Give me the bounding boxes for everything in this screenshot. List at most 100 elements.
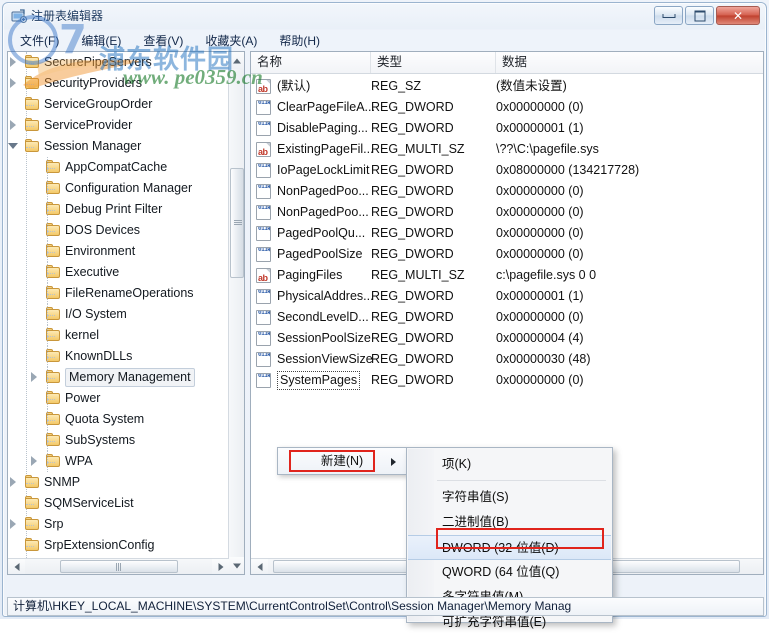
value-row[interactable]: SessionPoolSizeREG_DWORD 0x00000004 (4) bbox=[251, 328, 763, 349]
tree-node[interactable]: DOS Devices bbox=[8, 220, 229, 241]
registry-tree-pane[interactable]: SecurePipeServers SecurityProviders Servic… bbox=[7, 51, 245, 575]
value-data: 0x00000000 (0) bbox=[496, 310, 584, 324]
registry-tree[interactable]: SecurePipeServers SecurityProviders Servic… bbox=[8, 52, 229, 574]
maximize-button[interactable] bbox=[685, 6, 714, 25]
menu-favorites[interactable]: 收藏夹(A) bbox=[194, 29, 268, 52]
value-row[interactable]: PagingFiles REG_MULTI_SZ c:\pagefile.sys 0… bbox=[251, 265, 763, 286]
tree-expander-collapsed-icon[interactable] bbox=[27, 367, 43, 388]
value-data: \??\C:\pagefile.sys bbox=[496, 142, 599, 156]
status-bar: 计算机\HKEY_LOCAL_MACHINE\SYSTEM\CurrentCon… bbox=[7, 597, 764, 616]
menu-view[interactable]: 查看(V) bbox=[132, 29, 194, 52]
tree-node[interactable]: AppCompatCache bbox=[8, 157, 229, 178]
tree-node[interactable]: I/O System bbox=[8, 304, 229, 325]
value-name: ExistingPageFil... bbox=[277, 142, 374, 156]
tree-node[interactable]: Session Manager bbox=[8, 136, 229, 157]
tree-node[interactable]: WPA bbox=[8, 451, 229, 472]
dword-value-icon bbox=[256, 205, 271, 220]
value-row[interactable]: SystemPages REG_DWORD 0x00000000 (0) bbox=[251, 370, 763, 391]
menu-edit[interactable]: 编辑(E) bbox=[70, 29, 132, 52]
tree-node[interactable]: FileRenameOperations bbox=[8, 283, 229, 304]
folder-icon bbox=[24, 97, 40, 111]
tree-scrollbar-thumb[interactable] bbox=[230, 168, 244, 278]
title-bar: 注册表编辑器 ✕ bbox=[3, 3, 766, 29]
tree-node-label: FileRenameOperations bbox=[65, 286, 194, 300]
value-row[interactable]: NonPagedPoo...REG_DWORD 0x00000000 (0) bbox=[251, 181, 763, 202]
value-row[interactable]: PagedPoolQu... REG_DWORD 0x00000000 (0) bbox=[251, 223, 763, 244]
submenu-item[interactable]: 字符串值(S) bbox=[408, 485, 611, 510]
column-header-data[interactable]: 数据 bbox=[496, 52, 763, 73]
submenu-item[interactable]: 项(K) bbox=[408, 452, 611, 477]
value-row[interactable]: IoPageLockLimitREG_DWORD 0x08000000 (1342… bbox=[251, 160, 763, 181]
tree-hscrollbar-thumb[interactable] bbox=[60, 560, 178, 573]
list-scroll-left-button[interactable] bbox=[251, 559, 268, 574]
tree-node[interactable]: kernel bbox=[8, 325, 229, 346]
tree-node[interactable]: Debug Print Filter bbox=[8, 199, 229, 220]
tree-scroll-right-button[interactable] bbox=[212, 559, 229, 574]
close-icon: ✕ bbox=[732, 8, 744, 23]
tree-node-label: ServiceProvider bbox=[44, 118, 133, 132]
tree-node[interactable]: Executive bbox=[8, 262, 229, 283]
menu-help[interactable]: 帮助(H) bbox=[268, 29, 331, 52]
submenu-item[interactable]: QWORD (64 位值(Q) bbox=[408, 560, 611, 585]
value-type: REG_DWORD bbox=[371, 373, 454, 387]
tree-node[interactable]: Power bbox=[8, 388, 229, 409]
tree-node-label: KnownDLLs bbox=[65, 349, 133, 363]
tree-node[interactable]: SecurePipeServers bbox=[8, 52, 229, 73]
pane-splitter[interactable] bbox=[245, 51, 249, 575]
tree-scroll-left-button[interactable] bbox=[8, 559, 25, 574]
value-row[interactable]: PhysicalAddres...REG_DWORD 0x00000001 (1) bbox=[251, 286, 763, 307]
value-row[interactable]: DisablePaging...REG_DWORD 0x00000001 (1) bbox=[251, 118, 763, 139]
tree-node-label: SecurePipeServers bbox=[44, 55, 152, 69]
tree-node[interactable]: SQMServiceList bbox=[8, 493, 229, 514]
minimize-button[interactable] bbox=[654, 6, 683, 25]
tree-node[interactable]: SNMP bbox=[8, 472, 229, 493]
tree-expander-collapsed-icon[interactable] bbox=[8, 73, 22, 94]
tree-scroll-down-button[interactable] bbox=[229, 557, 244, 574]
string-value-icon bbox=[256, 268, 271, 283]
dword-value-icon bbox=[256, 289, 271, 304]
tree-node-label: Executive bbox=[65, 265, 120, 279]
tree-expander-expanded-icon[interactable] bbox=[8, 136, 22, 157]
tree-expander-collapsed-icon[interactable] bbox=[8, 52, 22, 73]
tree-node[interactable]: Quota System bbox=[8, 409, 229, 430]
tree-node[interactable]: KnownDLLs bbox=[8, 346, 229, 367]
tree-horizontal-scrollbar[interactable] bbox=[8, 558, 229, 574]
tree-node[interactable]: Memory Management bbox=[8, 367, 229, 388]
tree-node[interactable]: SecurityProviders bbox=[8, 73, 229, 94]
value-row[interactable]: ClearPageFileA...REG_DWORD 0x00000000 (0) bbox=[251, 97, 763, 118]
window-controls: ✕ bbox=[654, 6, 760, 25]
folder-icon bbox=[24, 76, 40, 90]
value-row[interactable]: (默认) REG_SZ (数值未设置) bbox=[251, 76, 763, 97]
value-row[interactable]: SecondLevelD...REG_DWORD 0x00000000 (0) bbox=[251, 307, 763, 328]
tree-node[interactable]: SrpExtensionConfig bbox=[8, 535, 229, 556]
tree-node[interactable]: Srp bbox=[8, 514, 229, 535]
value-row[interactable]: PagedPoolSize REG_DWORD 0x00000000 (0) bbox=[251, 244, 763, 265]
tree-expander-collapsed-icon[interactable] bbox=[27, 451, 43, 472]
tree-node[interactable]: SubSystems bbox=[8, 430, 229, 451]
tree-node-label: Srp bbox=[44, 517, 64, 531]
column-header-name[interactable]: 名称 bbox=[251, 52, 371, 73]
tree-expander-collapsed-icon[interactable] bbox=[8, 514, 22, 535]
value-row[interactable]: ExistingPageFil...REG_MULTI_SZ \??\C:\pag… bbox=[251, 139, 763, 160]
tree-scroll-up-button[interactable] bbox=[229, 52, 244, 69]
value-row[interactable]: NonPagedPoo...REG_DWORD 0x00000000 (0) bbox=[251, 202, 763, 223]
tree-node[interactable]: Configuration Manager bbox=[8, 178, 229, 199]
menu-file[interactable]: 文件(F) bbox=[9, 29, 70, 52]
tree-node-label: Session Manager bbox=[44, 139, 142, 153]
dword-value-icon bbox=[256, 352, 271, 367]
tree-node[interactable]: Environment bbox=[8, 241, 229, 262]
tree-node[interactable]: ServiceGroupOrder bbox=[8, 94, 229, 115]
column-header-type[interactable]: 类型 bbox=[371, 52, 496, 73]
dword-value-icon bbox=[256, 373, 271, 388]
close-button[interactable]: ✕ bbox=[716, 6, 760, 25]
tree-expander-collapsed-icon[interactable] bbox=[8, 115, 22, 136]
value-row[interactable]: SessionViewSizeREG_DWORD 0x00000030 (48) bbox=[251, 349, 763, 370]
value-data: 0x00000001 (1) bbox=[496, 121, 584, 135]
tree-node[interactable]: ServiceProvider bbox=[8, 115, 229, 136]
tree-node-label: Debug Print Filter bbox=[65, 202, 163, 216]
registry-editor-icon bbox=[11, 8, 27, 24]
dword-value-icon bbox=[256, 100, 271, 115]
tree-expander-collapsed-icon[interactable] bbox=[8, 472, 22, 493]
tree-vertical-scrollbar[interactable] bbox=[228, 52, 244, 574]
value-data: 0x00000000 (0) bbox=[496, 226, 584, 240]
